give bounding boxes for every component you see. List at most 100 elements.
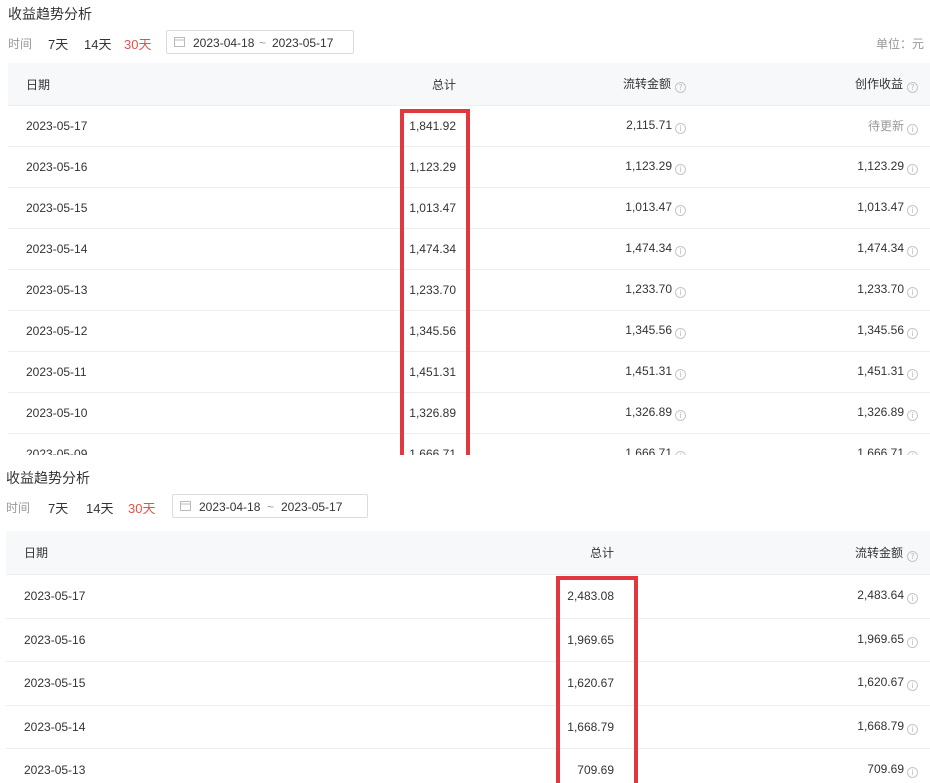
range-30d-button[interactable]: 30天 [128, 498, 155, 517]
cell-total: 1,666.71 [278, 433, 468, 455]
cell-date: 2023-05-13 [8, 269, 278, 311]
cell-flow: 1,013.47 i [468, 187, 698, 229]
cell-date: 2023-05-12 [8, 310, 278, 352]
table-row: 2023-05-11 1,451.31 1,451.31 i 1,451.31 i [8, 351, 930, 393]
cell-total: 1,668.79 [336, 704, 626, 749]
cell-creation: 1,326.89 i [698, 392, 930, 434]
cell-flow: 1,620.67 i [626, 661, 930, 705]
date-start: 2023-04-18 [199, 500, 261, 514]
table-row: 2023-05-14 1,474.34 1,474.34 i 1,474.34 i [8, 228, 930, 270]
help-icon[interactable]: ? [907, 550, 918, 562]
cell-creation: 1,474.34 i [698, 228, 930, 270]
date-range-picker[interactable]: 2023-04-18 ~ 2023-05-17 [172, 494, 368, 518]
calendar-icon [180, 501, 191, 511]
cell-date: 2023-05-11 [8, 351, 278, 393]
cell-total: 709.69 [336, 748, 626, 783]
info-icon[interactable]: i [907, 205, 918, 216]
range-7d-button[interactable]: 7天 [48, 498, 68, 517]
info-icon[interactable]: i [907, 369, 918, 380]
cell-total: 1,620.67 [336, 661, 626, 705]
cell-flow: 1,666.71i [468, 433, 698, 455]
info-icon[interactable]: i [907, 328, 918, 339]
table-row: 2023-05-13 1,233.70 1,233.70 i 1,233.70 i [8, 269, 930, 311]
earnings-table: 日期 总计 流转金额? 创作收益? 2023-05-17 1,841.92 2,11… [8, 63, 930, 455]
info-icon[interactable]: i [907, 246, 918, 257]
cell-creation: 1,233.70 i [698, 269, 930, 311]
table-row: 2023-05-16 1,123.29 1,123.29 i 1,123.29 i [8, 146, 930, 188]
cell-total: 2,483.08 [336, 574, 626, 618]
info-icon[interactable]: i [675, 246, 686, 257]
col-header-flow: 流转金额? [468, 63, 698, 106]
cell-flow: 1,451.31 i [468, 351, 698, 393]
cell-flow: 1,123.29 i [468, 146, 698, 188]
cell-flow: 1,233.70 i [468, 269, 698, 311]
date-separator: ~ [259, 36, 267, 50]
table-row: 2023-05-10 1,326.89 1,326.89 i 1,326.89 i [8, 392, 930, 434]
cell-date: 2023-05-17 [8, 105, 278, 147]
cell-total: 1,326.89 [278, 392, 468, 434]
time-label: 时间 [8, 37, 33, 51]
info-icon[interactable]: i [675, 369, 686, 380]
cell-total: 1,345.56 [278, 310, 468, 352]
table-row: 2023-05-15 1,013.47 1,013.47 i 1,013.47 i [8, 187, 930, 229]
info-icon[interactable]: i [675, 164, 686, 175]
table-row: 2023-05-12 1,345.56 1,345.56 i 1,345.56 i [8, 310, 930, 352]
cell-date: 2023-05-15 [6, 661, 336, 705]
info-icon[interactable]: i [675, 205, 686, 216]
info-icon[interactable]: i [675, 410, 686, 421]
cell-date: 2023-05-15 [8, 187, 278, 229]
help-icon[interactable]: ? [675, 82, 686, 93]
info-icon[interactable]: i [675, 123, 686, 134]
info-icon[interactable]: i [675, 287, 686, 298]
range-7d-button[interactable]: 7天 [48, 34, 68, 53]
info-icon[interactable]: i [907, 723, 918, 735]
cell-creation: 1,013.47 i [698, 187, 930, 229]
date-range-picker[interactable]: 2023-04-18 ~ 2023-05-17 [166, 30, 354, 54]
info-icon[interactable]: i [907, 164, 918, 175]
cell-total: 1,013.47 [278, 187, 468, 229]
table-row: 2023-05-091,666.711,666.71i1,666.71i [8, 433, 930, 455]
col-header-flow: 流转金额? [626, 531, 930, 575]
date-end: 2023-05-17 [272, 36, 334, 50]
info-icon[interactable]: i [907, 410, 918, 421]
info-icon[interactable]: i [907, 680, 918, 692]
range-14d-button[interactable]: 14天 [84, 34, 111, 53]
info-icon[interactable]: i [907, 593, 918, 605]
range-30d-button[interactable]: 30天 [124, 34, 151, 53]
info-icon[interactable]: i [907, 287, 918, 298]
cell-flow: 1,345.56 i [468, 310, 698, 352]
cell-flow: 1,326.89 i [468, 392, 698, 434]
filter-row: 时间 7天 14天 30天 2023-04-18 ~ 2023-05-17 [0, 494, 930, 518]
help-icon[interactable]: ? [907, 82, 918, 93]
cell-flow: 709.69 i [626, 748, 930, 783]
table-row: 2023-05-15 1,620.67 1,620.67 i [6, 661, 930, 705]
earnings-trend-panel-2: 收益趋势分析 时间 7天 14天 30天 2023-04-18 ~ 2023-0… [0, 463, 930, 783]
cell-date: 2023-05-16 [8, 146, 278, 188]
col-header-total: 总计 [336, 531, 626, 575]
table-row: 2023-05-16 1,969.65 1,969.65 i [6, 617, 930, 662]
time-label: 时间 [6, 501, 31, 515]
info-icon[interactable]: i [675, 328, 686, 339]
earnings-trend-panel-1: 收益趋势分析 时间 7天 14天 30天 2023-04-18 ~ 2023-0… [0, 0, 930, 455]
cell-flow: 1,969.65 i [626, 617, 930, 662]
calendar-icon [174, 37, 185, 47]
cell-total: 1,451.31 [278, 351, 468, 393]
col-header-date: 日期 [8, 63, 278, 106]
col-header-date: 日期 [6, 531, 336, 575]
filter-row: 时间 7天 14天 30天 2023-04-18 ~ 2023-05-17 单位… [0, 30, 930, 54]
date-separator: ~ [267, 500, 275, 514]
info-icon[interactable]: i [907, 636, 918, 648]
cell-date: 2023-05-13 [6, 748, 336, 783]
info-icon[interactable]: i [675, 451, 686, 455]
cell-creation: 1,123.29 i [698, 146, 930, 188]
cell-flow: 2,483.64 i [626, 574, 930, 618]
info-icon[interactable]: i [907, 767, 918, 779]
col-header-total: 总计 [278, 63, 468, 106]
unit-label: 单位：元 [875, 37, 924, 51]
cell-date: 2023-05-17 [6, 574, 336, 618]
range-14d-button[interactable]: 14天 [86, 498, 113, 517]
info-icon[interactable]: i [907, 124, 918, 135]
info-icon[interactable]: i [907, 451, 918, 455]
table-row: 2023-05-17 1,841.92 2,115.71 i 待更新 i [8, 105, 930, 147]
cell-creation: 1,451.31 i [698, 351, 930, 393]
